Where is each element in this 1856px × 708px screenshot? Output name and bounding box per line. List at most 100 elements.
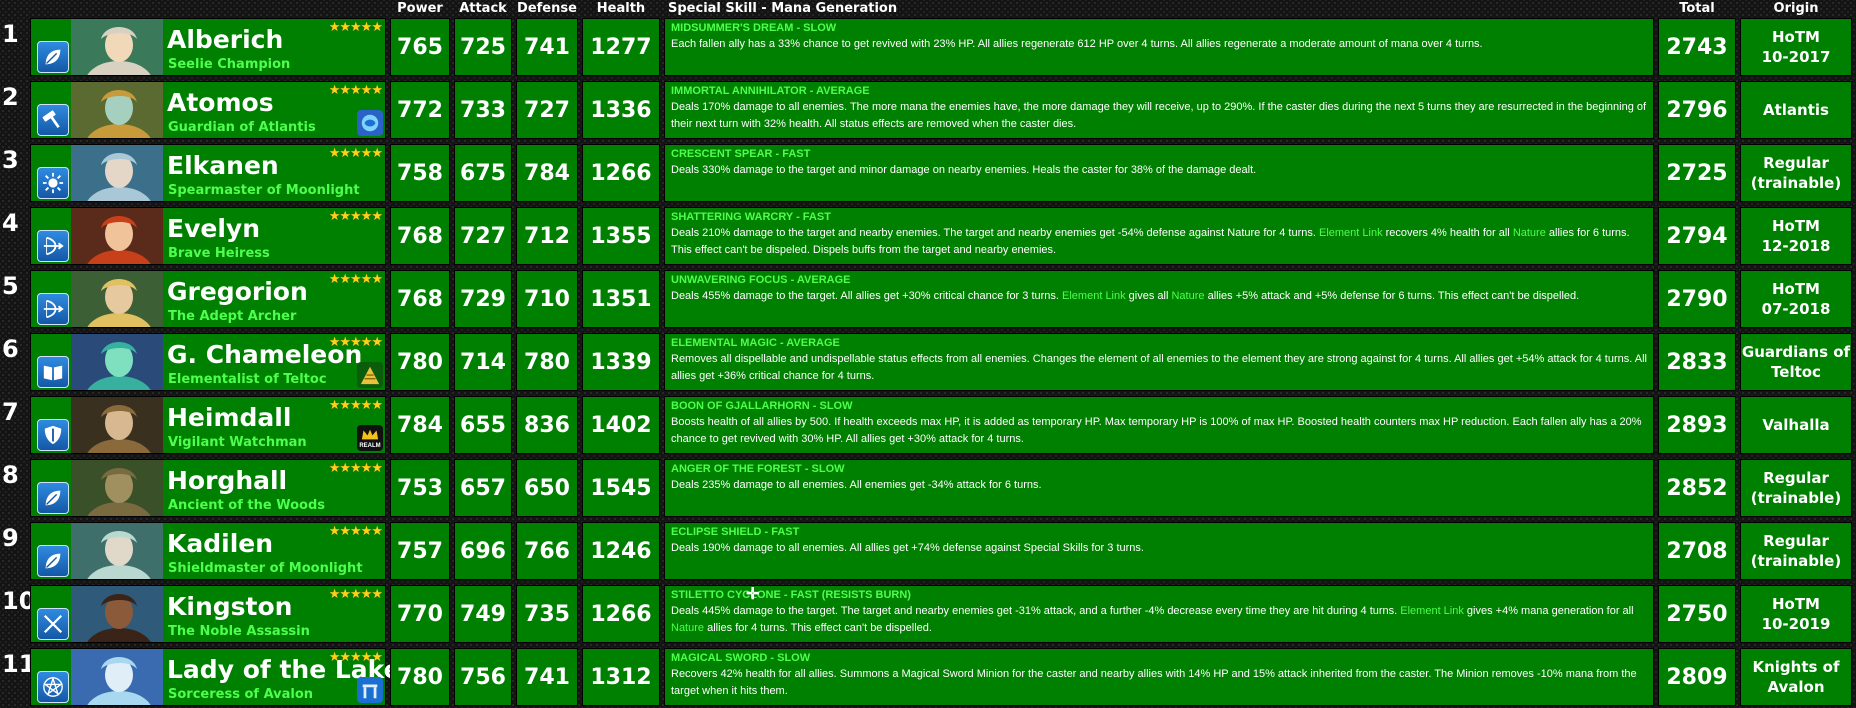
stat-defense: 727 (516, 81, 578, 139)
hero-title: The Adept Archer (168, 309, 297, 324)
total-stat: 2893 (1658, 396, 1736, 454)
skill-text: Removes all dispellable and undispellabl… (671, 353, 1647, 382)
stat-attack: 725 (454, 18, 512, 76)
avalon-stonehenge-icon (357, 677, 383, 703)
stat-health: 1351 (582, 270, 660, 328)
skill-name: STILETTO CYCLONE - FAST (RESISTS BURN) (671, 589, 911, 601)
special-skill-cell: ELEMENTAL MAGIC - AVERAGE Removes all dis… (664, 333, 1654, 391)
star-rating-icon: ★★★★★ (328, 334, 383, 349)
star-rating-icon: ★★★★★ (328, 397, 383, 412)
skill-text: Deals 190% damage to all enemies. All al… (671, 542, 1144, 554)
hero-title: Brave Heiress (168, 246, 270, 261)
skill-keyword: Element Link (1400, 605, 1464, 617)
skill-text: recovers 4% health for all (1382, 227, 1513, 239)
hero-name-cell: Lady of the Lake Sorceress of Avalon ★★★★★ (30, 648, 401, 706)
skill-name: MIDSUMMER'S DREAM - SLOW (671, 22, 837, 34)
hero-title: Elementalist of Teltoc (168, 372, 327, 387)
move-cursor-icon: ✛ (746, 586, 760, 603)
skill-description: Deals 455% damage to the target. All all… (671, 288, 1647, 305)
stat-defense: 741 (516, 18, 578, 76)
leaf-icon (37, 482, 69, 514)
hero-portrait (71, 208, 163, 264)
stat-attack: 714 (454, 333, 512, 391)
header-health: Health (596, 1, 646, 16)
total-stat: 2809 (1658, 648, 1736, 706)
rank-number: 5 (2, 272, 19, 300)
shield-icon (37, 419, 69, 451)
stat-attack: 727 (454, 207, 512, 265)
hero-name: Evelyn (167, 214, 260, 243)
star-rating-icon: ★★★★★ (328, 649, 383, 664)
skill-text: allies +5% attack and +5% defense for 6 … (1204, 290, 1580, 302)
hero-origin: HoTM 12-2018 (1740, 207, 1852, 265)
hero-name-cell: Evelyn Brave Heiress ★★★★★ (30, 207, 386, 265)
skill-text: Each fallen ally has a 33% chance to get… (671, 38, 1483, 50)
hero-row: 2 Atomos Guardian of Atlantis ★★★★★ 772 733 72… (0, 81, 1856, 141)
hero-portrait (71, 523, 163, 579)
star-rating-icon: ★★★★★ (328, 586, 383, 601)
hero-name-cell: Horghall Ancient of the Woods ★★★★★ (30, 459, 386, 517)
header-origin: Origin (1773, 1, 1819, 16)
stat-health: 1266 (582, 144, 660, 202)
hero-title: Spearmaster of Moonlight (168, 183, 360, 198)
skill-description: Deals 170% damage to all enemies. The mo… (671, 99, 1647, 133)
skill-name: ELEMENTAL MAGIC - AVERAGE (671, 337, 840, 349)
stat-attack: 729 (454, 270, 512, 328)
stat-power: 780 (390, 648, 450, 706)
hero-name: Horghall (167, 466, 288, 495)
skill-name: UNWAVERING FOCUS - AVERAGE (671, 274, 851, 286)
total-stat: 2852 (1658, 459, 1736, 517)
special-skill-cell: CRESCENT SPEAR - FAST Deals 330% damage t… (664, 144, 1654, 202)
hero-portrait (71, 397, 163, 453)
skill-text: Deals 170% damage to all enemies. The mo… (671, 101, 1647, 130)
stat-defense: 780 (516, 333, 578, 391)
hero-row: 5 Gregorion The Adept Archer ★★★★★ 768 729 710… (0, 270, 1856, 330)
hero-row: 11 Lady of the Lake Sorceress of Avalon ★★★… (0, 648, 1856, 708)
hero-row: 7 Heimdall Vigilant Watchman ★★★★★ REALM 784 6… (0, 396, 1856, 456)
skill-description: Removes all dispellable and undispellabl… (671, 351, 1647, 385)
star-rating-icon: ★★★★★ (328, 208, 383, 223)
rank-number: 1 (2, 20, 19, 48)
stat-power: 784 (390, 396, 450, 454)
total-stat: 2790 (1658, 270, 1736, 328)
star-rating-icon: ★★★★★ (328, 82, 383, 97)
stat-attack: 655 (454, 396, 512, 454)
skill-text: Boosts health of all allies by 500. If h… (671, 416, 1642, 445)
stat-attack: 657 (454, 459, 512, 517)
star-rating-icon: ★★★★★ (328, 19, 383, 34)
header-total: Total (1679, 1, 1715, 16)
hero-portrait (71, 145, 163, 201)
skill-name: SHATTERING WARCRY - FAST (671, 211, 831, 223)
special-skill-cell: BOON OF GJALLARHORN - SLOW Boosts health … (664, 396, 1654, 454)
pentagram-icon (37, 671, 69, 703)
sun-icon (37, 167, 69, 199)
skill-name: MAGICAL SWORD - SLOW (671, 652, 811, 664)
rank-number: 7 (2, 398, 19, 426)
stat-defense: 836 (516, 396, 578, 454)
skill-description: Boosts health of all allies by 500. If h… (671, 414, 1647, 448)
hero-name: Gregorion (167, 277, 308, 306)
skill-text: Recovers 42% health for all allies. Summ… (671, 668, 1637, 697)
stat-defense: 710 (516, 270, 578, 328)
skill-keyword: Element Link (1062, 290, 1126, 302)
hero-row: 4 Evelyn Brave Heiress ★★★★★ 768 727 712 1355 SH… (0, 207, 1856, 267)
stat-power: 768 (390, 207, 450, 265)
skill-keyword: Nature (1171, 290, 1205, 302)
atlantis-badge-icon (357, 110, 383, 136)
stat-health: 1277 (582, 18, 660, 76)
stat-power: 780 (390, 333, 450, 391)
total-stat: 2743 (1658, 18, 1736, 76)
leaf-icon (37, 41, 69, 73)
skill-keyword: Element Link (1318, 227, 1383, 239)
stat-defense: 735 (516, 585, 578, 643)
hero-name: Atomos (167, 88, 274, 117)
hero-portrait (71, 19, 163, 75)
leaf-icon (37, 545, 69, 577)
skill-text: allies for 4 turns. This effect can't be… (704, 622, 932, 634)
book-icon (37, 356, 69, 388)
special-skill-cell: MIDSUMMER'S DREAM - SLOW Each fallen ally… (664, 18, 1654, 76)
skill-keyword: Nature (671, 622, 705, 634)
hero-row: 1 Alberich Seelie Champion ★★★★★ 765 725 741 12… (0, 18, 1856, 78)
hero-name-cell: Kadilen Shieldmaster of Moonlight ★★★★★ (30, 522, 386, 580)
special-skill-cell: ANGER OF THE FOREST - SLOW Deals 235% dam… (664, 459, 1654, 517)
